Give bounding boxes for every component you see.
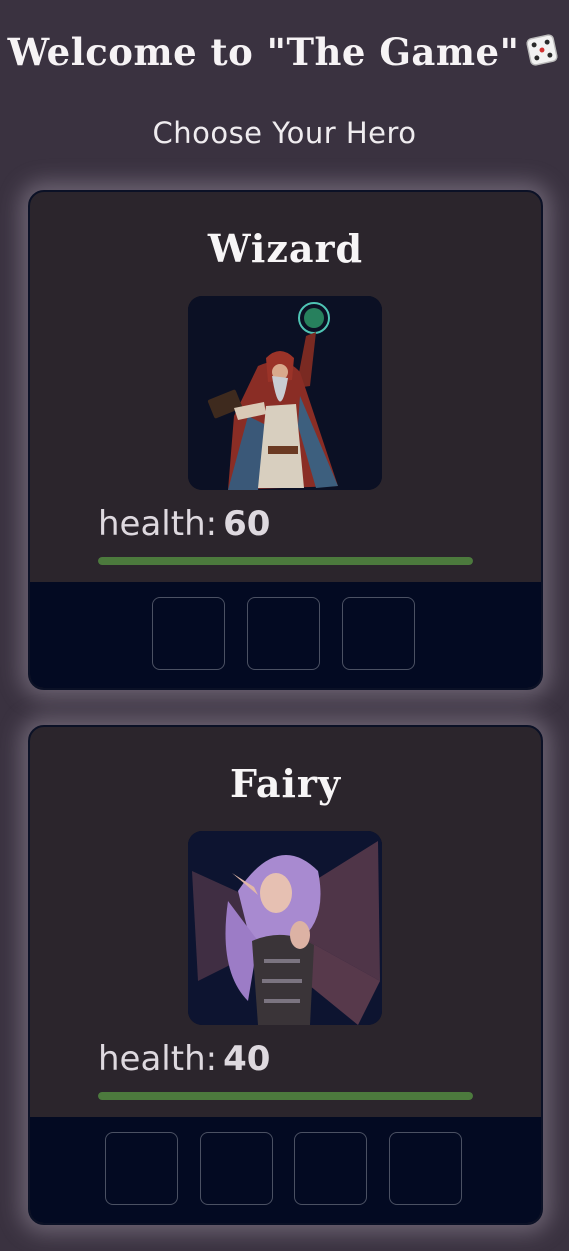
hero-name: Wizard (207, 226, 364, 271)
fairy-portrait (188, 831, 382, 1025)
health-label: health: 60 (98, 504, 270, 544)
health-value: 40 (223, 1039, 271, 1079)
dice-icon (523, 31, 561, 69)
page-title-text: Welcome to "The Game" (7, 30, 520, 74)
health-label-text: health: (98, 1039, 218, 1079)
item-slot-tray (30, 1117, 541, 1223)
health-label: health: 40 (98, 1039, 270, 1079)
item-slot[interactable] (247, 597, 320, 670)
hero-card-wizard[interactable]: Wizard health: 60 (28, 190, 543, 690)
wizard-portrait (188, 296, 382, 490)
page-title: Welcome to "The Game" (0, 30, 569, 74)
health-bar-fill (98, 1092, 473, 1100)
subtitle: Choose Your Hero (152, 116, 417, 150)
health-bar (98, 557, 473, 565)
item-slot-tray (30, 582, 541, 688)
health-bar-fill (98, 557, 473, 565)
health-value: 60 (223, 504, 271, 544)
item-slot[interactable] (105, 1132, 178, 1205)
item-slot[interactable] (389, 1132, 462, 1205)
hero-name: Fairy (229, 761, 342, 806)
health-bar (98, 1092, 473, 1100)
hero-card-fairy[interactable]: Fairy health: 40 (28, 725, 543, 1225)
health-label-text: health: (98, 504, 218, 544)
item-slot[interactable] (200, 1132, 273, 1205)
item-slot[interactable] (294, 1132, 367, 1205)
item-slot[interactable] (342, 597, 415, 670)
item-slot[interactable] (152, 597, 225, 670)
